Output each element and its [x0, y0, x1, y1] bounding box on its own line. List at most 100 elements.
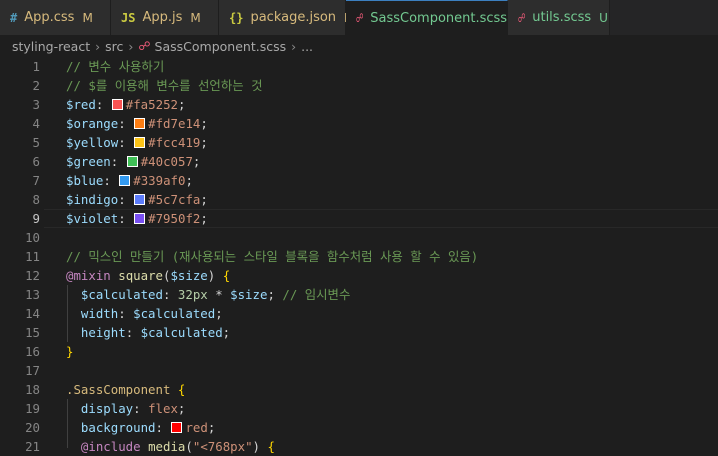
color-swatch[interactable]: [134, 137, 146, 148]
code-token: }: [66, 344, 74, 359]
breadcrumb-separator: ›: [128, 38, 134, 54]
editor-tab[interactable]: ☍SassComponent.scssU✕: [346, 0, 543, 35]
code-line[interactable]: 11 // 믹스인 만들기 (재사용되는 스타일 블록을 함수처럼 사용 할 수 …: [0, 247, 718, 266]
tab-status-badge: M: [190, 10, 201, 25]
code-token: #fd7e14: [148, 116, 201, 131]
code-line[interactable]: 8 $indigo: #5c7cfa;: [0, 190, 718, 209]
color-swatch[interactable]: [126, 156, 138, 167]
code-line[interactable]: 17: [0, 361, 718, 380]
code-line[interactable]: 18 .SassComponent {: [0, 380, 718, 399]
code-line[interactable]: 6 $green: #40c057;: [0, 152, 718, 171]
code-token: (: [185, 439, 193, 454]
tab-label: SassComponent.scss: [370, 10, 508, 26]
color-swatch[interactable]: [134, 118, 146, 129]
code-token: :: [118, 135, 134, 150]
code-line[interactable]: 14 width: $calculated;: [0, 304, 718, 323]
code-line[interactable]: 12 @mixin square($size) {: [0, 266, 718, 285]
code-token: display: [66, 401, 134, 416]
code-editor[interactable]: 1 // 변수 사용하기 2 // $를 이용해 변수를 선언하는 것 3 $red: #…: [0, 57, 718, 454]
code-content: .SassComponent {: [66, 380, 185, 399]
line-number: 3: [32, 97, 40, 112]
tab-label: App.css: [24, 10, 75, 25]
code-token: ;: [200, 135, 208, 150]
code-line[interactable]: 7 $blue: #339af0;: [0, 171, 718, 190]
code-token: $blue: [66, 173, 104, 188]
breadcrumb-item[interactable]: ...: [301, 39, 313, 54]
code-line[interactable]: 15 height: $calculated;: [0, 323, 718, 342]
code-token: ;: [200, 116, 208, 131]
code-content: $yellow: #fcc419;: [66, 133, 208, 152]
code-line[interactable]: 1 // 변수 사용하기: [0, 57, 718, 76]
breadcrumb-item[interactable]: styling-react: [12, 39, 90, 54]
code-token: #fcc419: [148, 135, 201, 150]
code-token: :: [118, 116, 134, 131]
line-number: 2: [32, 78, 40, 93]
color-swatch[interactable]: [111, 99, 123, 110]
code-content: // $를 이용해 변수를 선언하는 것: [66, 76, 262, 95]
editor-tab[interactable]: {}package.jsonM: [219, 0, 354, 35]
tab-label: App.js: [142, 10, 183, 25]
code-line[interactable]: 13 $calculated: 32px * $size; // 임시변수: [0, 285, 718, 304]
code-token: ;: [185, 173, 193, 188]
code-token: flex: [148, 401, 178, 416]
code-content: $red: #fa5252;: [66, 95, 185, 114]
code-token: ;: [200, 192, 208, 207]
editor-tab-bar: #App.cssMJSApp.jsM{}package.jsonM☍SassCo…: [0, 0, 718, 35]
code-line[interactable]: 5 $yellow: #fcc419;: [0, 133, 718, 152]
code-token: "<768px": [192, 439, 253, 454]
line-number: 11: [25, 249, 40, 264]
code-token: :: [133, 401, 149, 416]
color-swatch[interactable]: [134, 194, 146, 205]
breadcrumb: styling-react › src › ☍ SassComponent.scss ›..…: [0, 35, 718, 57]
code-token: :: [110, 154, 126, 169]
line-number: 17: [25, 363, 40, 378]
code-token: $yellow: [66, 135, 119, 150]
line-number: 14: [25, 306, 40, 321]
code-token: :: [125, 325, 141, 340]
code-token: ;: [215, 306, 223, 321]
code-token: #7950f2: [148, 211, 201, 226]
code-line[interactable]: 21 @include media("<768px") {: [0, 437, 718, 456]
code-token: $violet: [66, 211, 119, 226]
code-line[interactable]: 19 display: flex;: [0, 399, 718, 418]
code-line[interactable]: 3 $red: #fa5252;: [0, 95, 718, 114]
code-token: 32px: [177, 287, 208, 302]
tab-label: package.json: [250, 10, 337, 25]
json-file-icon: {}: [229, 10, 244, 25]
code-token: :: [95, 97, 111, 112]
editor-tab[interactable]: ☍ utils.scss U: [508, 0, 610, 35]
code-token: width: [66, 306, 119, 321]
line-number: 6: [32, 154, 40, 169]
color-swatch[interactable]: [119, 175, 131, 186]
code-token: ;: [222, 325, 231, 340]
breadcrumb-item[interactable]: src: [105, 39, 123, 54]
code-token: $red: [66, 97, 96, 112]
code-token: #40c057: [140, 154, 193, 169]
code-line[interactable]: 10: [0, 228, 718, 247]
code-token: :: [118, 306, 134, 321]
line-number: 8: [32, 192, 40, 207]
editor-tab[interactable]: # App.css M: [0, 0, 111, 35]
code-token: // 변수 사용하기: [66, 59, 165, 74]
code-content: width: $calculated;: [66, 304, 223, 323]
code-line[interactable]: 4 $orange: #fd7e14;: [0, 114, 718, 133]
code-token: *: [207, 287, 231, 302]
code-token: ): [207, 268, 223, 283]
code-token: ;: [200, 211, 208, 226]
code-token: :: [118, 211, 134, 226]
line-number: 13: [25, 287, 40, 302]
code-token: {: [222, 268, 231, 283]
color-swatch[interactable]: [171, 422, 183, 433]
code-line[interactable]: 16}: [0, 342, 718, 361]
code-line[interactable]: 20 background: red;: [0, 418, 718, 437]
code-line[interactable]: 9 $violet: #7950f2;: [0, 209, 718, 228]
line-number: 5: [32, 135, 40, 150]
code-content: // 변수 사용하기: [66, 57, 164, 76]
editor-tab[interactable]: JS App.js M: [111, 0, 219, 35]
code-token: $calculated: [140, 325, 223, 340]
code-line[interactable]: 2 // $를 이용해 변수를 선언하는 것: [0, 76, 718, 95]
color-swatch[interactable]: [134, 213, 146, 224]
breadcrumb-item[interactable]: SassComponent.scss: [155, 39, 287, 54]
line-number: 1: [32, 59, 40, 74]
code-content: height: $calculated;: [66, 323, 230, 342]
